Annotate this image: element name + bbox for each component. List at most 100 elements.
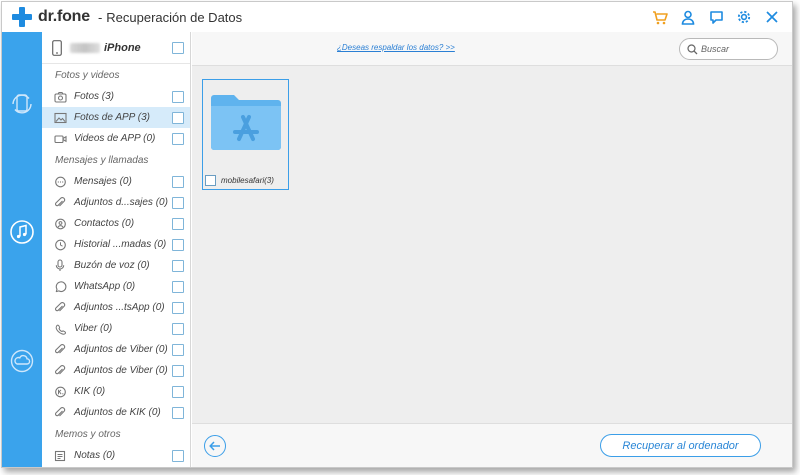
paperclip-icon (53, 343, 67, 357)
sidebar-item-checkbox[interactable] (172, 132, 184, 145)
sidebar-item-checkbox[interactable] (172, 385, 184, 398)
viber-icon (53, 322, 67, 336)
content-area: ¿Deseas respaldar los datos? >> mobilesa… (192, 32, 792, 467)
paperclip-icon (53, 406, 67, 420)
sidebar-item-checkbox[interactable] (172, 238, 184, 251)
sidebar-item-checkbox[interactable] (172, 280, 184, 293)
message-icon (53, 175, 67, 189)
settings-icon[interactable] (730, 2, 758, 32)
itunes-recover-icon[interactable] (8, 218, 36, 246)
window-title: Recuperación de Datos (106, 9, 243, 25)
whatsapp-icon (53, 280, 67, 294)
app-window: dr.fone - Recuperación de Datos iPhone F… (1, 1, 793, 468)
feedback-icon[interactable] (702, 2, 730, 32)
sidebar-item-message-attachments[interactable]: Adjuntos d...sajes (0) (42, 192, 190, 213)
search-icon (687, 43, 698, 54)
paperclip-icon (53, 196, 67, 210)
sidebar-item-voicemail[interactable]: Buzón de voz (0) (42, 255, 190, 276)
user-icon[interactable] (674, 2, 702, 32)
sidebar-item-notes[interactable]: Notas (0) (42, 445, 190, 466)
back-button[interactable] (204, 435, 226, 457)
title-bar: dr.fone - Recuperación de Datos (2, 2, 792, 32)
sidebar-item-kik[interactable]: KIK (0) (42, 381, 190, 402)
camera-icon (53, 90, 67, 104)
contact-icon (53, 217, 67, 231)
phone-recover-icon[interactable] (8, 90, 36, 118)
sidebar-item-photos[interactable]: Fotos (3) (42, 86, 190, 107)
content-footer: Recuperar al ordenador (192, 423, 792, 467)
content-toolbar: ¿Deseas respaldar los datos? >> (192, 32, 792, 66)
sidebar-item-label: Adjuntos de Viber (0) (74, 344, 168, 355)
folder-card[interactable]: mobilesafari(3) (202, 79, 289, 190)
sidebar-item-checkbox[interactable] (172, 406, 184, 419)
sidebar-item-checkbox[interactable] (172, 449, 184, 462)
app-logo: dr.fone (12, 7, 90, 27)
device-row[interactable]: iPhone (42, 32, 190, 64)
drfone-cross-icon (12, 7, 32, 27)
sidebar-item-messages[interactable]: Mensajes (0) (42, 171, 190, 192)
iphone-icon (52, 39, 62, 56)
sidebar-item-label: Notas (0) (74, 450, 116, 461)
sidebar-item-checkbox[interactable] (172, 364, 184, 377)
sidebar-item-label: Adjuntos d...sajes (0) (74, 197, 168, 208)
title-icon-bar (646, 2, 786, 32)
sidebar-item-viber[interactable]: Viber (0) (42, 318, 190, 339)
sidebar-item-whatsapp[interactable]: WhatsApp (0) (42, 276, 190, 297)
sidebar-item-label: Mensajes (0) (74, 176, 132, 187)
sidebar-item-checkbox[interactable] (172, 259, 184, 272)
sidebar-item-whatsapp-attachments[interactable]: Adjuntos ...tsApp (0) (42, 297, 190, 318)
image-icon (53, 111, 67, 125)
video-icon (53, 132, 67, 146)
device-name: iPhone (70, 42, 141, 54)
sidebar-item-checkbox[interactable] (172, 90, 184, 103)
mode-rail (2, 32, 42, 467)
sidebar-item-label: KIK (0) (74, 386, 106, 397)
sidebar-item-label: Adjuntos ...tsApp (0) (74, 302, 165, 313)
sidebar-item-viber-attachments-2[interactable]: Adjuntos de Viber (0) (42, 360, 190, 381)
sidebar-item-checkbox[interactable] (172, 111, 184, 124)
backup-data-link[interactable]: ¿Deseas respaldar los datos? >> (337, 43, 455, 52)
kik-icon (53, 385, 67, 399)
sidebar-item-app-photos[interactable]: Fotos de APP (3) (42, 107, 190, 128)
sidebar-item-label: Adjuntos de Viber (0) (74, 365, 168, 376)
notes-icon (53, 449, 67, 463)
sidebar-item-call-history[interactable]: Historial ...madas (0) (42, 234, 190, 255)
sidebar-item-viber-attachments[interactable]: Adjuntos de Viber (0) (42, 339, 190, 360)
device-select-all-checkbox[interactable] (172, 41, 184, 54)
title-separator: - (97, 9, 103, 25)
category-sidebar: iPhone Fotos y videos Fotos (3) Fotos de… (42, 32, 191, 467)
sidebar-item-label: Videos de APP (0) (74, 133, 156, 144)
app-store-folder-icon (211, 95, 281, 150)
category-header-memos: Memos y otros (55, 429, 121, 440)
sidebar-item-label: Contactos (0) (74, 218, 135, 229)
search-box[interactable] (679, 38, 778, 60)
sidebar-item-contacts[interactable]: Contactos (0) (42, 213, 190, 234)
close-icon[interactable] (758, 2, 786, 32)
sidebar-item-label: Historial ...madas (0) (74, 239, 167, 250)
device-model-label: iPhone (104, 41, 141, 54)
category-header-messages: Mensajes y llamadas (55, 155, 149, 166)
back-arrow-icon (209, 441, 220, 451)
microphone-icon (53, 259, 67, 273)
sidebar-item-app-videos[interactable]: Videos de APP (0) (42, 128, 190, 149)
sidebar-item-checkbox[interactable] (172, 301, 184, 314)
sidebar-item-kik-attachments[interactable]: Adjuntos de KIK (0) (42, 402, 190, 423)
sidebar-item-checkbox[interactable] (172, 343, 184, 356)
folder-checkbox[interactable] (205, 175, 216, 186)
sidebar-item-label: Viber (0) (74, 323, 113, 334)
icloud-recover-icon[interactable] (8, 347, 36, 375)
folder-label: mobilesafari(3) (221, 176, 274, 185)
sidebar-item-label: Buzón de voz (0) (74, 260, 150, 271)
sidebar-item-checkbox[interactable] (172, 322, 184, 335)
cart-icon[interactable] (646, 2, 674, 32)
folder-footer: mobilesafari(3) (205, 175, 274, 186)
recover-to-computer-button[interactable]: Recuperar al ordenador (600, 434, 761, 457)
sidebar-item-checkbox[interactable] (172, 196, 184, 209)
redacted-device-owner (70, 42, 100, 53)
logo-text: dr.fone (38, 8, 90, 25)
call-history-icon (53, 238, 67, 252)
sidebar-item-checkbox[interactable] (172, 217, 184, 230)
sidebar-item-checkbox[interactable] (172, 175, 184, 188)
search-input[interactable] (701, 44, 771, 54)
sidebar-item-label: Fotos de APP (3) (74, 112, 150, 123)
